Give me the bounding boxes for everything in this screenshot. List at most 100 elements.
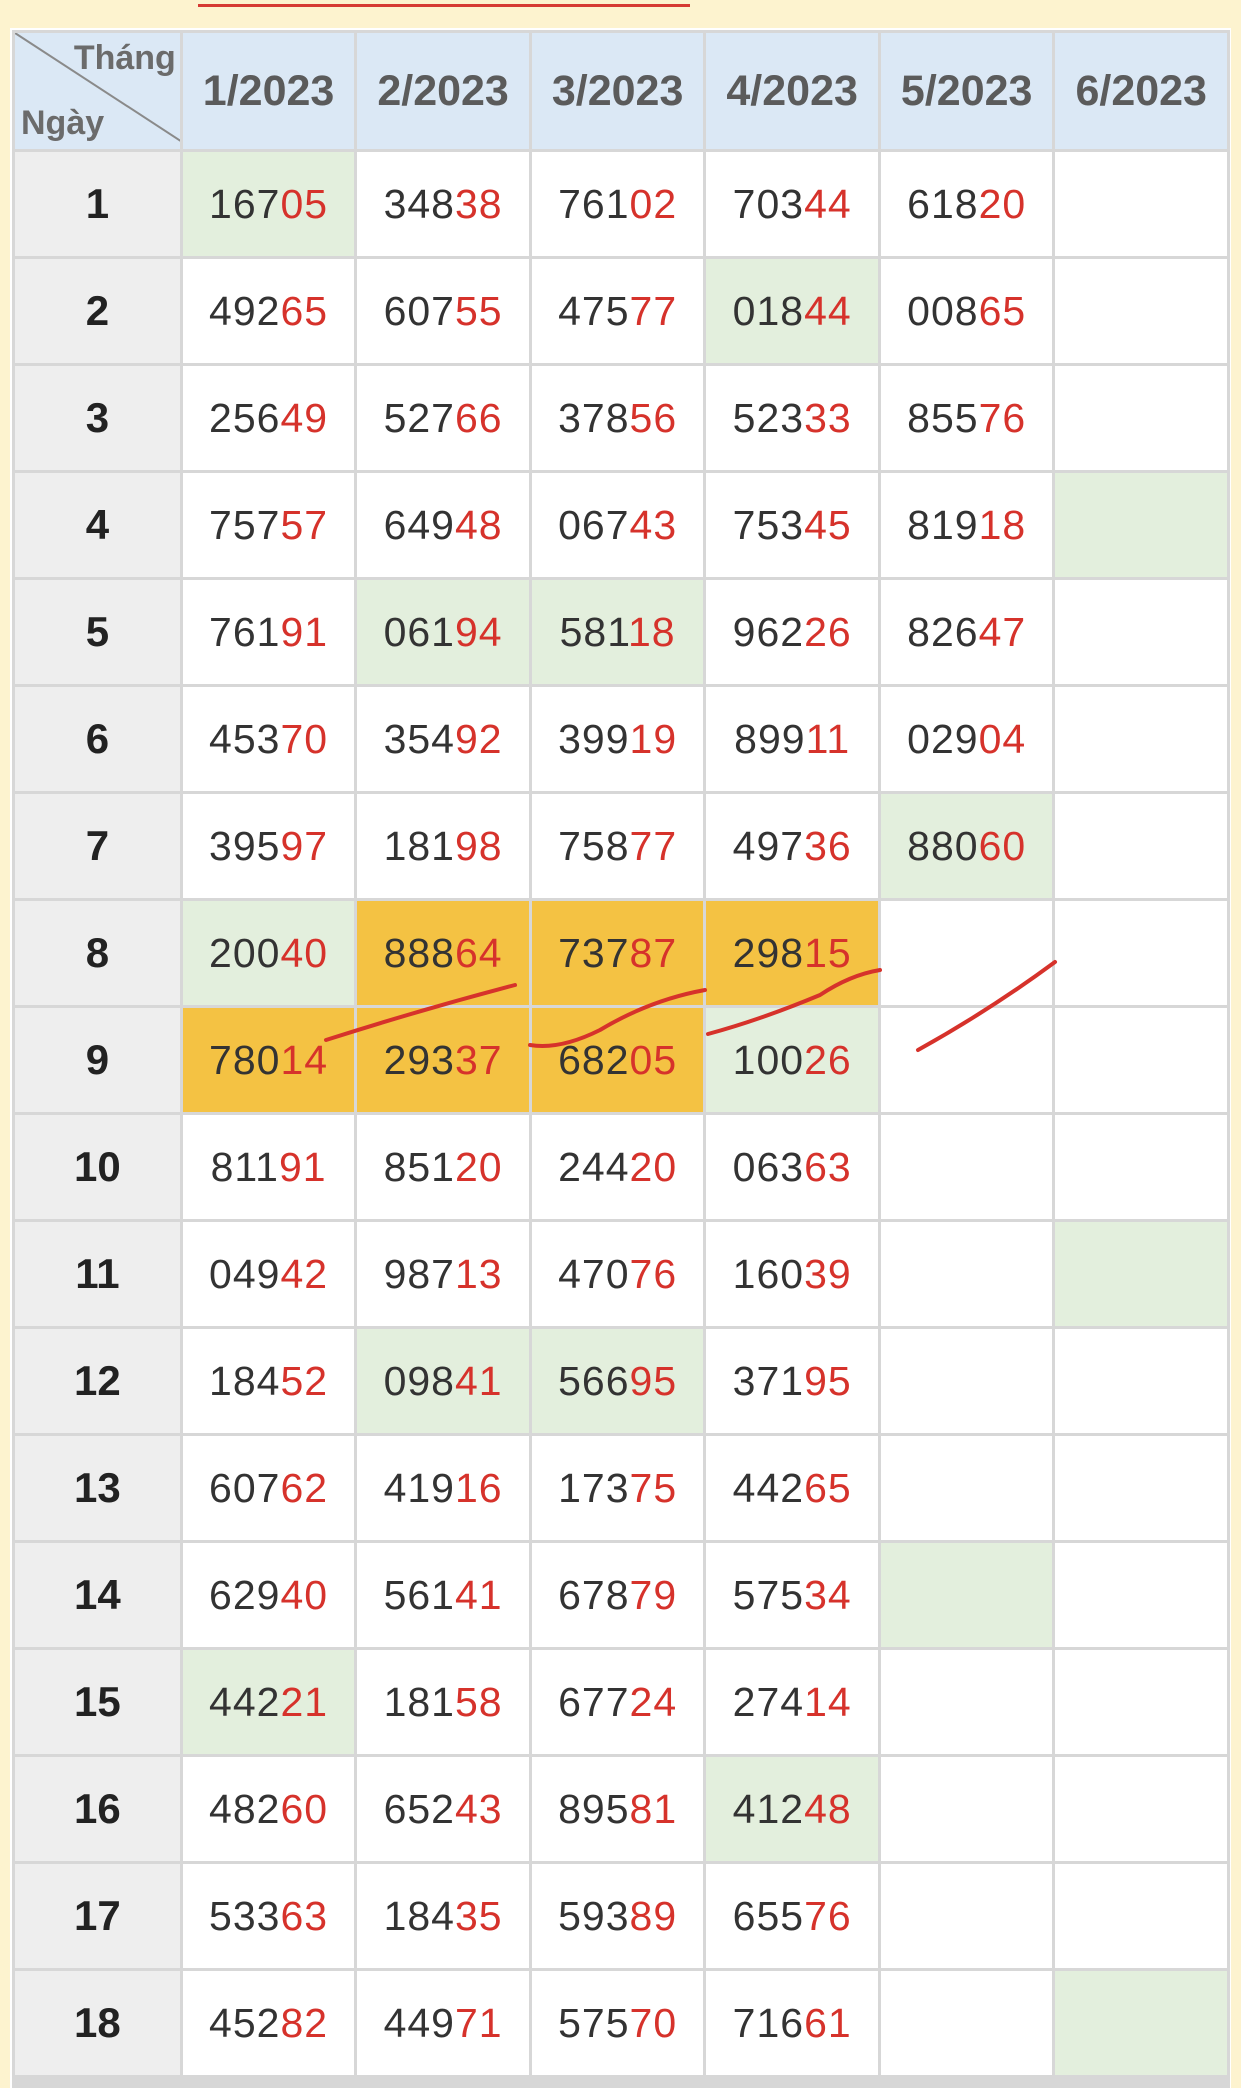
result-last-two-digits: 71 bbox=[455, 1999, 503, 2046]
result-cell bbox=[1055, 580, 1227, 684]
result-cell: 89581 bbox=[531, 1757, 704, 1861]
result-prefix-digits: 575 bbox=[558, 1999, 630, 2046]
banner-underline bbox=[198, 4, 690, 7]
result-cell bbox=[880, 1650, 1053, 1754]
table-row: 11 04942 98713 47076 16039 bbox=[15, 1222, 1227, 1326]
result-last-two-digits: 56 bbox=[629, 394, 678, 441]
result-prefix-digits: 452 bbox=[209, 1999, 281, 2046]
month-header: 2/2023 bbox=[357, 33, 529, 149]
result-prefix-digits: 758 bbox=[558, 822, 630, 869]
result-prefix-digits: 470 bbox=[558, 1250, 630, 1297]
result-cell bbox=[880, 1115, 1053, 1219]
result-cell bbox=[880, 1008, 1053, 1112]
result-prefix-digits: 880 bbox=[907, 822, 979, 869]
result-cell: 09841 bbox=[357, 1329, 529, 1433]
result-cell bbox=[1055, 1543, 1227, 1647]
corner-day-label: Ngày bbox=[21, 104, 105, 142]
result-prefix-digits: 962 bbox=[732, 608, 805, 655]
result-last-two-digits: 63 bbox=[280, 1892, 329, 1939]
result-last-two-digits: 40 bbox=[280, 1571, 329, 1618]
table-row: 16 48260 65243 89581 41248 bbox=[15, 1757, 1227, 1861]
result-last-two-digits: 41 bbox=[455, 1571, 503, 1618]
result-prefix-digits: 371 bbox=[732, 1357, 805, 1404]
result-last-two-digits: 70 bbox=[629, 1999, 678, 2046]
result-prefix-digits: 678 bbox=[558, 1571, 630, 1618]
result-last-two-digits: 13 bbox=[455, 1250, 503, 1297]
result-last-two-digits: 14 bbox=[804, 1678, 852, 1725]
table-row: 12 18452 09841 56695 37195 bbox=[15, 1329, 1227, 1433]
result-last-two-digits: 75 bbox=[629, 1464, 678, 1511]
result-prefix-digits: 618 bbox=[907, 180, 979, 227]
result-last-two-digits: 02 bbox=[629, 180, 678, 227]
result-cell: 85576 bbox=[880, 366, 1053, 470]
table-row: 6 45370 35492 39919 89911 02904 bbox=[15, 687, 1227, 791]
day-label: 17 bbox=[15, 1864, 180, 1968]
result-cell: 02904 bbox=[880, 687, 1053, 791]
result-cell bbox=[880, 901, 1053, 1005]
result-prefix-digits: 761 bbox=[209, 608, 281, 655]
result-cell bbox=[1055, 1757, 1227, 1861]
result-prefix-digits: 200 bbox=[209, 929, 281, 976]
result-last-two-digits: 14 bbox=[280, 1036, 329, 1083]
result-prefix-digits: 757 bbox=[209, 501, 281, 548]
result-prefix-digits: 449 bbox=[383, 1999, 455, 2046]
result-prefix-digits: 811 bbox=[210, 1143, 279, 1190]
result-prefix-digits: 067 bbox=[558, 501, 630, 548]
result-prefix-digits: 354 bbox=[383, 715, 455, 762]
result-last-two-digits: 35 bbox=[455, 1892, 503, 1939]
result-cell bbox=[1055, 473, 1227, 577]
results-table: Tháng Ngày 1/2023 2/2023 3/2023 4/2023 5/202… bbox=[12, 30, 1230, 2078]
result-cell: 44971 bbox=[357, 1971, 529, 2075]
result-prefix-digits: 419 bbox=[383, 1464, 455, 1511]
table-row: 15 44221 18158 67724 27414 bbox=[15, 1650, 1227, 1754]
result-cell: 48260 bbox=[182, 1757, 355, 1861]
result-cell: 98713 bbox=[357, 1222, 529, 1326]
result-last-two-digits: 48 bbox=[804, 1785, 852, 1832]
result-prefix-digits: 649 bbox=[383, 501, 455, 548]
table-row: 17 53363 18435 59389 65576 bbox=[15, 1864, 1227, 1968]
result-last-two-digits: 44 bbox=[804, 180, 852, 227]
result-prefix-digits: 652 bbox=[383, 1785, 455, 1832]
result-last-two-digits: 76 bbox=[804, 1892, 852, 1939]
result-prefix-digits: 716 bbox=[732, 1999, 805, 2046]
result-cell: 71661 bbox=[706, 1971, 878, 2075]
result-cell bbox=[1055, 794, 1227, 898]
result-prefix-digits: 412 bbox=[732, 1785, 805, 1832]
result-prefix-digits: 561 bbox=[383, 1571, 455, 1618]
result-cell: 81191 bbox=[182, 1115, 355, 1219]
result-last-two-digits: 89 bbox=[629, 1892, 678, 1939]
result-cell: 60762 bbox=[182, 1436, 355, 1540]
result-cell bbox=[1055, 1436, 1227, 1540]
result-cell: 44265 bbox=[706, 1436, 878, 1540]
result-cell bbox=[1055, 1864, 1227, 1968]
results-table-container[interactable]: Tháng Ngày 1/2023 2/2023 3/2023 4/2023 5/202… bbox=[12, 30, 1230, 2088]
result-prefix-digits: 888 bbox=[383, 929, 455, 976]
result-prefix-digits: 607 bbox=[209, 1464, 281, 1511]
result-cell bbox=[1055, 1115, 1227, 1219]
day-label: 15 bbox=[15, 1650, 180, 1754]
result-cell: 06363 bbox=[706, 1115, 878, 1219]
result-prefix-digits: 348 bbox=[383, 180, 455, 227]
day-label: 2 bbox=[15, 259, 180, 363]
result-cell: 45282 bbox=[182, 1971, 355, 2075]
result-cell: 70344 bbox=[706, 152, 878, 256]
result-cell: 57534 bbox=[706, 1543, 878, 1647]
result-prefix-digits: 607 bbox=[383, 287, 455, 334]
result-last-two-digits: 20 bbox=[455, 1143, 503, 1190]
result-cell: 25649 bbox=[182, 366, 355, 470]
result-last-two-digits: 05 bbox=[280, 180, 329, 227]
result-prefix-digits: 378 bbox=[558, 394, 630, 441]
result-last-two-digits: 65 bbox=[280, 287, 329, 334]
result-last-two-digits: 60 bbox=[978, 822, 1027, 869]
result-prefix-digits: 274 bbox=[732, 1678, 805, 1725]
result-cell: 35492 bbox=[357, 687, 529, 791]
result-prefix-digits: 497 bbox=[732, 822, 805, 869]
result-last-two-digits: 65 bbox=[978, 287, 1027, 334]
result-prefix-digits: 293 bbox=[383, 1036, 455, 1083]
result-prefix-digits: 008 bbox=[907, 287, 979, 334]
result-cell: 24420 bbox=[531, 1115, 704, 1219]
result-prefix-digits: 629 bbox=[209, 1571, 281, 1618]
result-prefix-digits: 098 bbox=[383, 1357, 455, 1404]
result-cell bbox=[880, 1436, 1053, 1540]
result-last-two-digits: 04 bbox=[978, 715, 1027, 762]
